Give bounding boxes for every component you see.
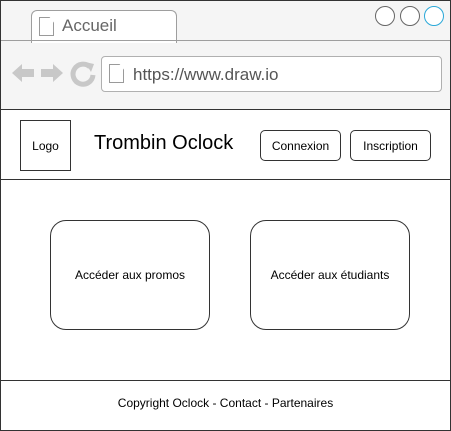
login-button[interactable]: Connexion — [260, 130, 341, 161]
tab-divider — [1, 40, 450, 41]
header-top-divider — [1, 109, 450, 110]
header-bottom-divider — [1, 179, 450, 180]
page-icon — [109, 64, 124, 83]
signup-button[interactable]: Inscription — [350, 130, 431, 161]
url-text[interactable]: https://www.draw.io — [133, 65, 279, 85]
footer-text: Copyright Oclock - Contact - Partenaires — [117, 396, 334, 410]
window-minimize-button[interactable] — [375, 6, 395, 26]
page-icon — [39, 17, 54, 36]
back-arrow-icon[interactable] — [10, 61, 36, 85]
window-close-button[interactable] — [424, 6, 444, 26]
logo: Logo — [20, 120, 71, 171]
tab-title: Accueil — [62, 16, 117, 35]
students-card-button[interactable]: Accéder aux étudiants — [250, 220, 410, 330]
reload-icon[interactable] — [70, 61, 96, 87]
address-bar[interactable]: https://www.draw.io — [101, 56, 442, 92]
site-title: Trombin Oclock — [94, 132, 234, 154]
forward-arrow-icon[interactable] — [39, 61, 65, 85]
window-maximize-button[interactable] — [400, 6, 420, 26]
footer-divider — [1, 380, 450, 381]
browser-chrome: Accueil https://www.draw.io — [1, 1, 450, 109]
browser-tab[interactable]: Accueil — [31, 10, 177, 43]
promos-card-button[interactable]: Accéder aux promos — [50, 220, 210, 330]
